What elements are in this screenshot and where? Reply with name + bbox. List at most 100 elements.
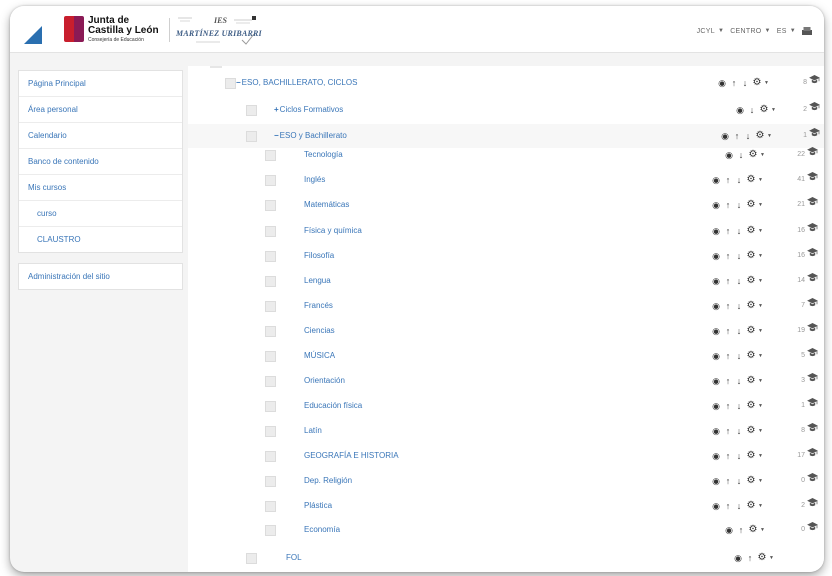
- arrow-up-icon[interactable]: ↑: [733, 131, 741, 141]
- chevron-down-icon[interactable]: ▼: [758, 177, 763, 183]
- category-name-link[interactable]: Tecnología: [304, 143, 343, 167]
- collapse-icon[interactable]: −: [236, 78, 241, 87]
- chevron-down-icon[interactable]: ▼: [767, 133, 772, 139]
- arrow-down-icon[interactable]: ↓: [735, 351, 743, 361]
- sidebar-item-administracion[interactable]: Administración del sitio: [19, 264, 182, 289]
- row-checkbox[interactable]: [265, 251, 276, 262]
- row-checkbox[interactable]: [246, 105, 257, 116]
- gear-icon[interactable]: ⚙: [746, 501, 756, 511]
- sidebar-item-mis-cursos[interactable]: Mis cursos: [19, 175, 182, 201]
- chevron-down-icon[interactable]: ▼: [758, 403, 763, 409]
- chevron-down-icon[interactable]: ▼: [758, 228, 763, 234]
- gear-icon[interactable]: ⚙: [746, 200, 756, 210]
- eye-icon[interactable]: ◉: [711, 501, 721, 511]
- eye-icon[interactable]: ◉: [711, 251, 721, 261]
- chevron-down-icon[interactable]: ▼: [769, 555, 774, 561]
- row-checkbox[interactable]: [265, 376, 276, 387]
- arrow-up-icon[interactable]: ↑: [724, 175, 732, 185]
- gear-icon[interactable]: ⚙: [746, 351, 756, 361]
- category-name-link[interactable]: Lengua: [304, 269, 331, 293]
- sidebar-item-pagina-principal[interactable]: Página Principal: [19, 71, 182, 97]
- chevron-down-icon[interactable]: ▼: [758, 478, 763, 484]
- arrow-down-icon[interactable]: ↓: [735, 301, 743, 311]
- messages-icon[interactable]: [802, 27, 812, 35]
- gear-icon[interactable]: ⚙: [752, 78, 762, 88]
- arrow-up-icon[interactable]: ↑: [724, 451, 732, 461]
- sidebar-item-curso[interactable]: curso: [19, 201, 182, 227]
- chevron-down-icon[interactable]: ▼: [764, 80, 769, 86]
- arrow-down-icon[interactable]: ↓: [741, 78, 749, 88]
- chevron-down-icon[interactable]: ▼: [760, 527, 765, 533]
- sidebar-item-calendario[interactable]: Calendario: [19, 123, 182, 149]
- gear-icon[interactable]: ⚙: [759, 105, 769, 115]
- gear-icon[interactable]: ⚙: [746, 426, 756, 436]
- arrow-down-icon[interactable]: ↓: [735, 251, 743, 261]
- gear-icon[interactable]: ⚙: [746, 376, 756, 386]
- row-checkbox[interactable]: [265, 501, 276, 512]
- row-checkbox[interactable]: [265, 175, 276, 186]
- gear-icon[interactable]: ⚙: [746, 226, 756, 236]
- arrow-up-icon[interactable]: ↑: [737, 525, 745, 535]
- arrow-down-icon[interactable]: ↓: [735, 226, 743, 236]
- arrow-down-icon[interactable]: ↓: [744, 131, 752, 141]
- chevron-down-icon[interactable]: ▼: [771, 107, 776, 113]
- row-checkbox[interactable]: [265, 326, 276, 337]
- category-name-link[interactable]: Física y química: [304, 219, 362, 243]
- category-name-link[interactable]: Filosofía: [304, 244, 334, 268]
- eye-icon[interactable]: ◉: [711, 426, 721, 436]
- category-name-link[interactable]: Dep. Religión: [304, 469, 352, 493]
- arrow-up-icon[interactable]: ↑: [730, 78, 738, 88]
- arrow-up-icon[interactable]: ↑: [724, 426, 732, 436]
- arrow-up-icon[interactable]: ↑: [724, 301, 732, 311]
- eye-icon[interactable]: ◉: [735, 105, 745, 115]
- row-checkbox[interactable]: [265, 276, 276, 287]
- arrow-up-icon[interactable]: ↑: [724, 351, 732, 361]
- language-menu[interactable]: ES ▼: [777, 28, 796, 35]
- category-name-link[interactable]: +Ciclos Formativos: [274, 98, 343, 122]
- chevron-down-icon[interactable]: ▼: [758, 353, 763, 359]
- chevron-down-icon[interactable]: ▼: [758, 202, 763, 208]
- arrow-up-icon[interactable]: ↑: [724, 401, 732, 411]
- gear-icon[interactable]: ⚙: [748, 150, 758, 160]
- arrow-up-icon[interactable]: ↑: [724, 200, 732, 210]
- row-checkbox[interactable]: [265, 301, 276, 312]
- gear-icon[interactable]: ⚙: [746, 301, 756, 311]
- arrow-up-icon[interactable]: ↑: [724, 251, 732, 261]
- arrow-down-icon[interactable]: ↓: [737, 150, 745, 160]
- category-name-link[interactable]: Latín: [304, 419, 322, 443]
- arrow-down-icon[interactable]: ↓: [735, 175, 743, 185]
- eye-icon[interactable]: ◉: [711, 226, 721, 236]
- menu-centro[interactable]: CENTRO ▼: [730, 28, 771, 35]
- gear-icon[interactable]: ⚙: [757, 553, 767, 563]
- arrow-up-icon[interactable]: ↑: [724, 226, 732, 236]
- chevron-down-icon[interactable]: ▼: [760, 152, 765, 158]
- expand-icon[interactable]: +: [274, 105, 279, 114]
- arrow-down-icon[interactable]: ↓: [735, 200, 743, 210]
- row-checkbox[interactable]: [265, 525, 276, 536]
- eye-icon[interactable]: ◉: [717, 78, 727, 88]
- category-name-link[interactable]: Economía: [304, 518, 340, 542]
- arrow-down-icon[interactable]: ↓: [748, 105, 756, 115]
- chevron-down-icon[interactable]: ▼: [758, 428, 763, 434]
- row-checkbox[interactable]: [265, 200, 276, 211]
- eye-icon[interactable]: ◉: [733, 553, 743, 563]
- gear-icon[interactable]: ⚙: [748, 525, 758, 535]
- category-name-link[interactable]: GEOGRAFÍA E HISTORIA: [304, 444, 399, 468]
- gear-icon[interactable]: ⚙: [746, 476, 756, 486]
- row-checkbox[interactable]: [246, 131, 257, 142]
- gear-icon[interactable]: ⚙: [746, 276, 756, 286]
- gear-icon[interactable]: ⚙: [746, 451, 756, 461]
- eye-icon[interactable]: ◉: [711, 326, 721, 336]
- arrow-down-icon[interactable]: ↓: [735, 326, 743, 336]
- row-checkbox[interactable]: [225, 78, 236, 89]
- gear-icon[interactable]: ⚙: [746, 251, 756, 261]
- eye-icon[interactable]: ◉: [711, 451, 721, 461]
- eye-icon[interactable]: ◉: [711, 401, 721, 411]
- eye-icon[interactable]: ◉: [724, 150, 734, 160]
- ies-logo[interactable]: IES MARTÍNEZ URIBARRI: [174, 14, 274, 46]
- category-name-link[interactable]: Educación física: [304, 394, 362, 418]
- eye-icon[interactable]: ◉: [711, 476, 721, 486]
- gear-icon[interactable]: ⚙: [746, 175, 756, 185]
- category-name-link[interactable]: Inglés: [304, 168, 325, 192]
- category-name-link[interactable]: MÚSICA: [304, 344, 335, 368]
